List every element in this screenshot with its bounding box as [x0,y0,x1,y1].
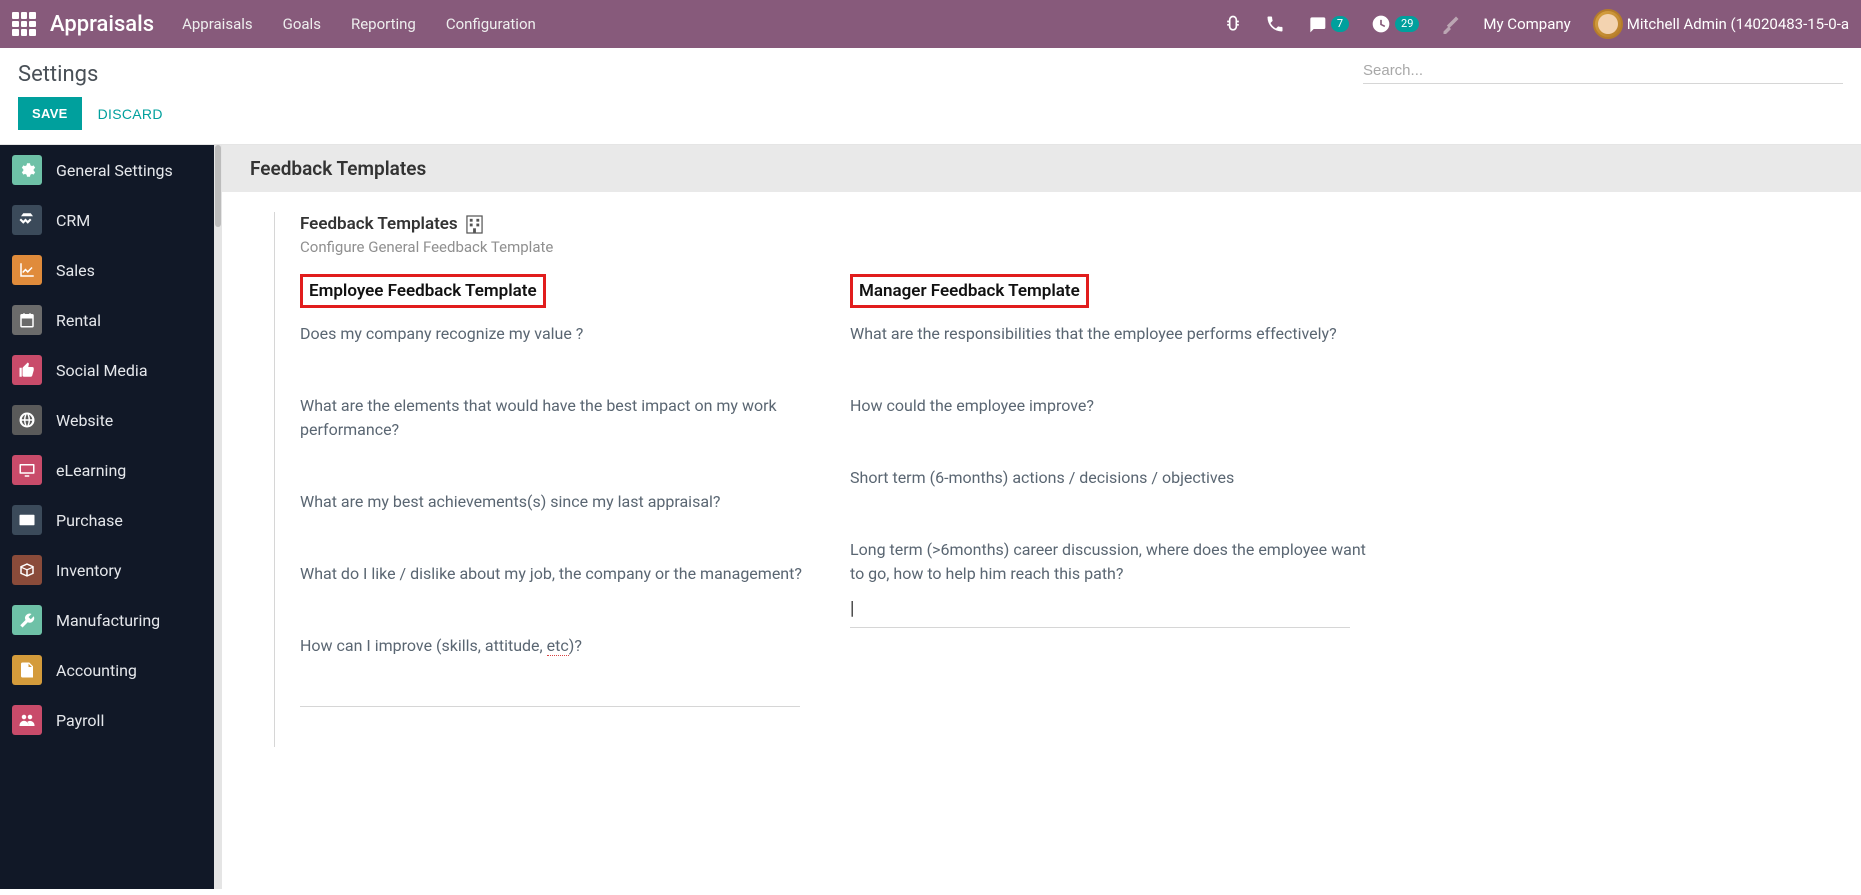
monitor-icon [12,455,42,485]
manager-q4[interactable]: Long term (>6months) career discussion, … [850,538,1372,586]
sidebar-item-general-settings[interactable]: General Settings [0,145,214,195]
debug-icon[interactable] [1223,14,1243,34]
section-body: Feedback Templates Configure General Fee… [222,192,1861,747]
sidebar-item-label: Manufacturing [56,611,160,630]
main: General Settings CRM Sales Rental Social Med… [0,144,1861,889]
employee-q4[interactable]: What do I like / dislike about my job, t… [300,562,822,586]
wrench-icon [12,605,42,635]
left-border [274,212,275,747]
breadcrumb-title: Settings [18,62,98,87]
globe-icon [12,405,42,435]
settings-sidebar: General Settings CRM Sales Rental Social Med… [0,145,214,889]
employee-q1[interactable]: Does my company recognize my value ? [300,322,822,346]
gear-icon [12,155,42,185]
people-icon [12,705,42,735]
employee-q5[interactable]: How can I improve (skills, attitude, etc… [300,634,822,658]
sidebar-item-purchase[interactable]: Purchase [0,495,214,545]
sidebar-item-label: Social Media [56,361,148,380]
avatar [1593,9,1623,39]
employee-q2[interactable]: What are the elements that would have th… [300,394,822,442]
scrollbar-thumb[interactable] [215,145,221,227]
sidebar-item-label: Accounting [56,661,137,680]
sidebar-item-label: Sales [56,261,95,280]
search-box[interactable] [1363,62,1843,84]
messages-badge: 7 [1331,16,1349,32]
sidebar-item-sales[interactable]: Sales [0,245,214,295]
manager-heading: Manager Feedback Template [850,274,1089,308]
user-name: Mitchell Admin (14020483-15-0-a [1627,15,1849,33]
sidebar-wrap: General Settings CRM Sales Rental Social Med… [0,145,222,889]
manager-divider [850,627,1350,628]
sidebar-item-inventory[interactable]: Inventory [0,545,214,595]
sidebar-item-label: Inventory [56,561,122,580]
sidebar-item-social-media[interactable]: Social Media [0,345,214,395]
sidebar-item-crm[interactable]: CRM [0,195,214,245]
sidebar-item-label: General Settings [56,161,173,180]
messages-icon[interactable]: 7 [1307,14,1349,34]
activities-icon[interactable]: 29 [1371,14,1419,34]
sidebar-item-label: Rental [56,311,101,330]
menu-goals[interactable]: Goals [283,15,321,33]
section-header: Feedback Templates [222,145,1861,192]
control-panel: Settings [0,48,1861,97]
calendar-icon [12,305,42,335]
manager-q3[interactable]: Short term (6-months) actions / decision… [850,466,1372,490]
buttons-row: SAVE DISCARD [0,97,1861,144]
box-icon [12,555,42,585]
sidebar-item-manufacturing[interactable]: Manufacturing [0,595,214,645]
sidebar-item-label: eLearning [56,461,126,480]
search-input[interactable] [1363,62,1843,79]
editor-cursor[interactable]: | [850,598,1372,619]
invoice-icon [12,655,42,685]
building-icon[interactable] [466,215,483,234]
manager-q2[interactable]: How could the employee improve? [850,394,1372,418]
block-title: Feedback Templates [300,214,458,234]
user-menu[interactable]: Mitchell Admin (14020483-15-0-a [1593,9,1849,39]
sidebar-item-rental[interactable]: Rental [0,295,214,345]
activities-badge: 29 [1395,16,1419,32]
company-selector[interactable]: My Company [1483,15,1570,33]
systray: 7 29 My Company Mitchell Admin (14020483… [1223,9,1849,39]
sidebar-item-label: Purchase [56,511,123,530]
discard-button[interactable]: DISCARD [98,106,163,122]
content: Feedback Templates Feedback Templates Co… [222,145,1861,889]
card-icon [12,505,42,535]
tools-icon[interactable] [1441,14,1461,34]
sidebar-item-accounting[interactable]: Accounting [0,645,214,695]
topbar: Appraisals Appraisals Goals Reporting Co… [0,0,1861,48]
sidebar-item-label: CRM [56,211,90,230]
chart-icon [12,255,42,285]
save-button[interactable]: SAVE [18,97,82,130]
employee-column: Employee Feedback Template Does my compa… [300,274,850,707]
sidebar-item-payroll[interactable]: Payroll [0,695,214,745]
top-menu: Appraisals Goals Reporting Configuration [182,15,536,33]
manager-column: Manager Feedback Template What are the r… [850,274,1400,707]
menu-appraisals[interactable]: Appraisals [182,15,253,33]
sidebar-item-label: Website [56,411,113,430]
hands-icon [12,205,42,235]
apps-menu-icon[interactable] [12,12,36,36]
menu-configuration[interactable]: Configuration [446,15,536,33]
menu-reporting[interactable]: Reporting [351,15,416,33]
thumb-icon [12,355,42,385]
employee-divider [300,706,800,707]
app-title[interactable]: Appraisals [50,12,154,37]
sidebar-item-website[interactable]: Website [0,395,214,445]
sidebar-item-label: Payroll [56,711,104,730]
employee-heading: Employee Feedback Template [300,274,546,308]
manager-q1[interactable]: What are the responsibilities that the e… [850,322,1372,346]
block-subtitle: Configure General Feedback Template [300,238,1861,256]
employee-q3[interactable]: What are my best achievements(s) since m… [300,490,822,514]
scrollbar-track[interactable] [214,145,222,889]
phone-icon[interactable] [1265,14,1285,34]
sidebar-item-elearning[interactable]: eLearning [0,445,214,495]
